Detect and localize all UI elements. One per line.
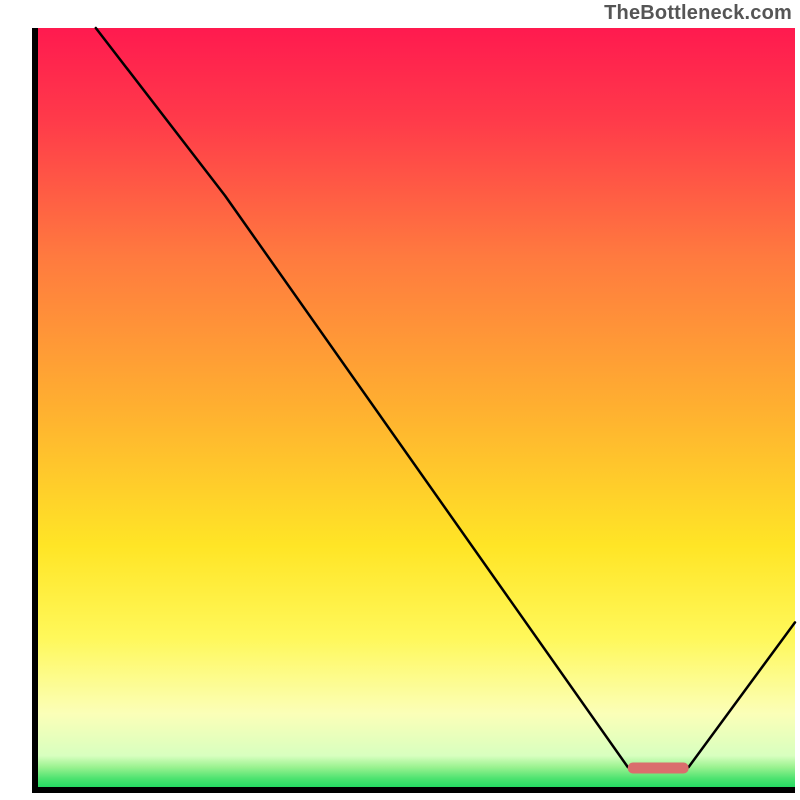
bottleneck-chart [0,0,800,800]
chart-container: TheBottleneck.com [0,0,800,800]
